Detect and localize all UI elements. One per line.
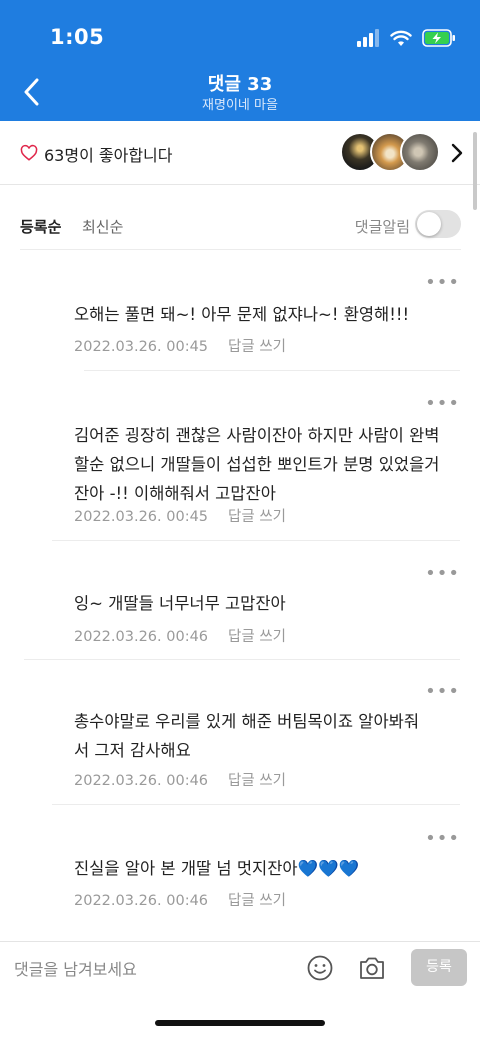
- reply-button[interactable]: 답글 쓰기: [228, 773, 286, 789]
- comment-meta: 2022.03.26. 00:46 답글 쓰기: [74, 625, 286, 646]
- home-indicator: [155, 1020, 325, 1026]
- reply-button[interactable]: 답글 쓰기: [228, 893, 286, 909]
- divider: [84, 370, 460, 371]
- comment-text: 김어준 굉장히 괜찮은 사람이잔아 하지만 사람이 완벽할순 없으니 개딸들이 …: [74, 426, 440, 503]
- reply-button[interactable]: 답글 쓰기: [228, 629, 286, 645]
- status-icons: [356, 26, 456, 50]
- comment-date: 2022.03.26. 00:46: [74, 629, 209, 645]
- comment-item: ••• 진실을 알아 본 개딸 넘 멋지잔아💙💙💙 2022.03.26. 00…: [0, 818, 480, 936]
- more-icon[interactable]: •••: [425, 565, 460, 583]
- scrollbar[interactable]: [473, 132, 477, 210]
- more-icon[interactable]: •••: [425, 395, 460, 413]
- comment-text: 총수야말로 우리를 있게 해준 버팀목이죠 알아봐줘서 그저 감사해요: [74, 712, 420, 760]
- comment-text: 잉~ 개딸들 너무너무 고맙잔아: [74, 594, 286, 613]
- reply-button[interactable]: 답글 쓰기: [228, 509, 286, 525]
- divider: [52, 804, 460, 805]
- comment-input[interactable]: 댓글을 남겨보세요: [14, 956, 137, 980]
- avatar: [400, 132, 440, 172]
- reply-button[interactable]: 답글 쓰기: [228, 339, 286, 355]
- page-title: 댓글 33: [207, 74, 273, 95]
- comment-item: ••• 오해는 풀면 돼~! 아무 문제 없쟈나~! 환영해!!! 2022.0…: [0, 262, 480, 372]
- likes-bar[interactable]: 63명이 좋아합니다: [0, 121, 480, 185]
- divider: [52, 540, 460, 541]
- comment-meta: 2022.03.26. 00:45 답글 쓰기: [74, 505, 286, 526]
- comment-text: 오해는 풀면 돼~! 아무 문제 없쟈나~! 환영해!!!: [74, 305, 410, 324]
- comment-meta: 2022.03.26. 00:46 답글 쓰기: [74, 889, 286, 910]
- more-icon[interactable]: •••: [425, 830, 460, 848]
- comment-date: 2022.03.26. 00:45: [74, 509, 209, 525]
- more-icon[interactable]: •••: [425, 274, 460, 292]
- sort-latest-tab[interactable]: 최신순: [82, 216, 123, 237]
- comment-meta: 2022.03.26. 00:45 답글 쓰기: [74, 335, 286, 356]
- comment-item: ••• 김어준 굉장히 괜찮은 사람이잔아 하지만 사람이 완벽할순 없으니 개…: [0, 383, 480, 543]
- toggle-knob: [417, 212, 441, 236]
- emoji-icon[interactable]: [306, 954, 334, 982]
- comment-date: 2022.03.26. 00:46: [74, 773, 209, 789]
- page-subtitle: 재명이네 마을: [202, 98, 278, 113]
- likes-count: 63명이 좋아합니다: [44, 146, 173, 165]
- comment-notify-label: 댓글알림: [354, 218, 410, 236]
- battery-charging-icon: [422, 29, 455, 47]
- divider: [24, 659, 460, 660]
- comment-item: ••• 잉~ 개딸들 너무너무 고맙잔아 2022.03.26. 00:46 답글…: [0, 553, 480, 663]
- camera-icon[interactable]: [358, 955, 386, 981]
- wifi-icon: [390, 30, 412, 46]
- comment-text: 진실을 알아 본 개딸 넘 멋지잔아💙💙💙: [74, 859, 360, 878]
- liker-avatars[interactable]: [340, 132, 440, 172]
- comment-notify-toggle[interactable]: [415, 210, 461, 238]
- status-time: 1:05: [50, 25, 105, 49]
- comment-date: 2022.03.26. 00:46: [74, 893, 209, 909]
- more-icon[interactable]: •••: [425, 683, 460, 701]
- comment-input-bar: 댓글을 남겨보세요 등록: [0, 941, 480, 993]
- signal-icon: [357, 29, 379, 47]
- comment-meta: 2022.03.26. 00:46 답글 쓰기: [74, 769, 286, 790]
- header: 1:05 댓글 33 재명이네 마을: [0, 0, 480, 121]
- sort-registered-tab[interactable]: 등록순: [20, 216, 61, 237]
- comment-item: ••• 총수야말로 우리를 있게 해준 버팀목이죠 알아봐줘서 그저 감사해요 …: [0, 671, 480, 807]
- sort-bar: 등록순 최신순 댓글알림: [20, 200, 461, 250]
- chevron-right-icon[interactable]: [450, 143, 464, 163]
- submit-button[interactable]: 등록: [411, 949, 467, 986]
- comment-date: 2022.03.26. 00:45: [74, 339, 209, 355]
- heart-icon[interactable]: [20, 144, 38, 162]
